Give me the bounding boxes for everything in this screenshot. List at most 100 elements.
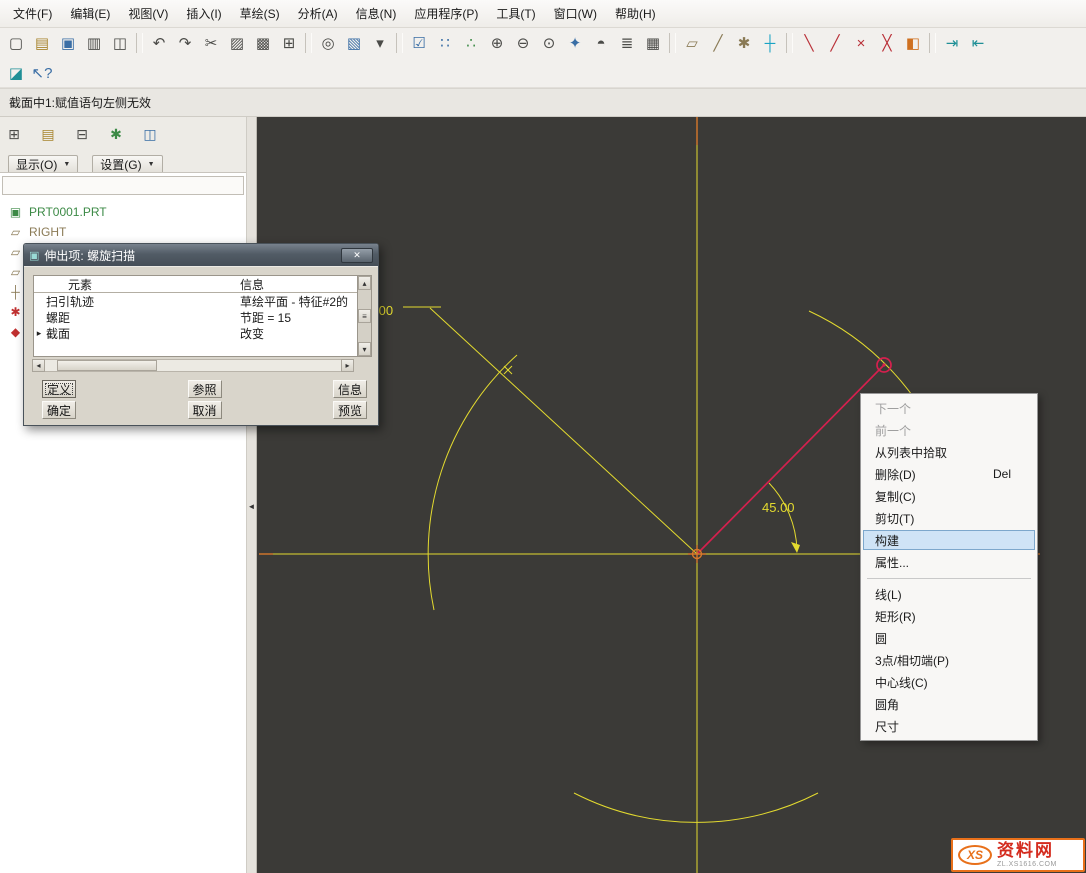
print-preview-icon[interactable]: ◫ (107, 31, 133, 55)
scroll-left-icon[interactable]: ◂ (32, 359, 45, 372)
modify-dims-icon[interactable]: ◧ (900, 31, 926, 55)
close-icon[interactable]: ✕ (341, 248, 373, 263)
view-manager-icon[interactable]: ▦ (640, 31, 666, 55)
ok-button[interactable]: 确定 (42, 401, 76, 419)
construction-diagonal-line[interactable] (430, 308, 697, 554)
done-icon[interactable]: ⇥ (939, 31, 965, 55)
scrollbar-thumb[interactable] (57, 360, 157, 371)
open-file-icon[interactable]: ▤ (29, 31, 55, 55)
selection-filter-icon[interactable]: ▧ (341, 31, 367, 55)
dialog-titlebar[interactable]: ▣ 伸出项: 螺旋扫描 ✕ (24, 244, 378, 266)
menu-insert[interactable]: 插入(I) (177, 0, 230, 27)
menu-applications[interactable]: 应用程序(P) (405, 0, 487, 27)
watermark-subtitle: ZL.XS1616.COM (997, 861, 1057, 868)
centerline-tool-icon[interactable]: ╱ (822, 31, 848, 55)
menu-window[interactable]: 窗口(W) (545, 0, 606, 27)
repaint-icon[interactable]: ✦ (562, 31, 588, 55)
line-tool-icon[interactable]: ╲ (796, 31, 822, 55)
menu-view[interactable]: 视图(V) (119, 0, 177, 27)
ctx-construction[interactable]: 构建 (863, 530, 1035, 550)
scroll-up-icon[interactable]: ▴ (358, 276, 371, 290)
sketch-display-vertices-icon[interactable]: ∴ (458, 31, 484, 55)
vertical-scrollbar[interactable]: ▴ ≡ ▾ (357, 275, 372, 357)
horizontal-scrollbar[interactable]: ◂ ▸ (32, 359, 354, 372)
tree-settings-button[interactable]: 设置(G) ▼ (92, 155, 162, 174)
element-row[interactable]: 扫引轨迹 草绘平面 - 特征#2的 (34, 293, 357, 309)
angle-dimension-text[interactable]: 45.00 (762, 500, 795, 515)
ctx-cut[interactable]: 剪切(T) (861, 507, 1037, 529)
sketch-display-dims-icon[interactable]: ☑ (406, 31, 432, 55)
sketch-display-constraints-icon[interactable]: ∷ (432, 31, 458, 55)
tree-columns-icon[interactable]: ▤ (36, 124, 60, 146)
cut-icon[interactable]: ✂ (198, 31, 224, 55)
shade-icon[interactable]: ◓ (588, 31, 614, 55)
application-window: 文件(F)编辑(E)视图(V)插入(I)草绘(S)分析(A)信息(N)应用程序(… (0, 0, 1086, 873)
ctx-copy[interactable]: 复制(C) (861, 485, 1037, 507)
menu-edit[interactable]: 编辑(E) (61, 0, 119, 27)
datum-points-icon[interactable]: ✱ (731, 31, 757, 55)
collapse-panel-icon[interactable]: ◄ (247, 502, 256, 511)
scroll-right-icon[interactable]: ▸ (341, 359, 354, 372)
new-file-icon[interactable]: ▢ (3, 31, 29, 55)
angle-dimension-arc[interactable] (769, 483, 797, 550)
paste-icon[interactable]: ▩ (250, 31, 276, 55)
ctx-delete[interactable]: 删除(D) Del (861, 463, 1037, 485)
menu-file[interactable]: 文件(F) (4, 0, 61, 27)
list-menu-icon[interactable]: ≡ (358, 309, 371, 323)
tree-filter-icon[interactable]: ✱ (104, 124, 128, 146)
ctx-rectangle[interactable]: 矩形(R) (861, 605, 1037, 627)
info-button[interactable]: 信息 (333, 380, 367, 398)
toggle-construction-icon[interactable]: ╳ (874, 31, 900, 55)
refs-button[interactable]: 参照 (188, 380, 222, 398)
save-icon[interactable]: ▣ (55, 31, 81, 55)
arc-left[interactable] (428, 355, 517, 610)
tree-item-part[interactable]: ▣ PRT0001.PRT (0, 202, 246, 222)
menu-sketch[interactable]: 草绘(S) (231, 0, 289, 27)
expand-all-icon[interactable]: ⊟ (70, 124, 94, 146)
helix-radius-line[interactable] (697, 365, 884, 554)
menu-tools[interactable]: 工具(T) (487, 0, 544, 27)
element-row[interactable]: 螺距 节距 = 15 (34, 309, 357, 325)
ctx-3point-tangent[interactable]: 3点/相切端(P) (861, 649, 1037, 671)
redo-icon[interactable]: ↷ (172, 31, 198, 55)
ctx-fillet[interactable]: 圆角 (861, 693, 1037, 715)
zoom-in-icon[interactable]: ⊕ (484, 31, 510, 55)
zoom-out-icon[interactable]: ⊖ (510, 31, 536, 55)
context-help-icon[interactable]: ↖? (29, 61, 55, 85)
tree-toggle-icon[interactable]: ⊞ (2, 124, 26, 146)
ctx-properties[interactable]: 属性... (861, 551, 1037, 573)
chevron-down-icon[interactable]: ▾ (367, 31, 393, 55)
element-row[interactable]: ▸ 截面 改变 (34, 325, 357, 341)
ctx-dimension[interactable]: 尺寸 (861, 715, 1037, 737)
zoom-refit-icon[interactable]: ⊙ (536, 31, 562, 55)
print-icon[interactable]: ▥ (81, 31, 107, 55)
menu-info[interactable]: 信息(N) (347, 0, 406, 27)
paste-special-icon[interactable]: ⊞ (276, 31, 302, 55)
datum-axes-icon[interactable]: ╱ (705, 31, 731, 55)
define-button[interactable]: 定义 (42, 380, 76, 398)
quit-icon[interactable]: ⇤ (965, 31, 991, 55)
menu-help[interactable]: 帮助(H) (606, 0, 665, 27)
ctx-circle[interactable]: 圆 (861, 627, 1037, 649)
delete-segment-icon[interactable]: × (848, 31, 874, 55)
menu-analysis[interactable]: 分析(A) (289, 0, 347, 27)
ctx-pick-from-list[interactable]: 从列表中拾取 (861, 441, 1037, 463)
search-icon[interactable]: ◎ (315, 31, 341, 55)
scroll-down-icon[interactable]: ▾ (358, 342, 371, 356)
tree-item-right-plane[interactable]: ▱ RIGHT (0, 222, 246, 242)
csys-display-icon[interactable]: ┼ (757, 31, 783, 55)
undo-icon[interactable]: ↶ (146, 31, 172, 55)
datum-planes-icon[interactable]: ▱ (679, 31, 705, 55)
copy-icon[interactable]: ▨ (224, 31, 250, 55)
layers-icon[interactable]: ≣ (614, 31, 640, 55)
panel-splitter[interactable]: ◄ (246, 117, 257, 873)
arc-bottom[interactable] (574, 793, 818, 822)
ctx-centerline[interactable]: 中心线(C) (861, 671, 1037, 693)
cancel-button[interactable]: 取消 (188, 401, 222, 419)
scrollbar-track[interactable] (45, 359, 341, 372)
preview-button[interactable]: 预览 (333, 401, 367, 419)
ctx-line[interactable]: 线(L) (861, 583, 1037, 605)
tree-search-icon[interactable]: ◫ (138, 124, 162, 146)
tree-show-button[interactable]: 显示(O) ▼ (8, 155, 78, 174)
sketch-orient-icon[interactable]: ◪ (3, 61, 29, 85)
